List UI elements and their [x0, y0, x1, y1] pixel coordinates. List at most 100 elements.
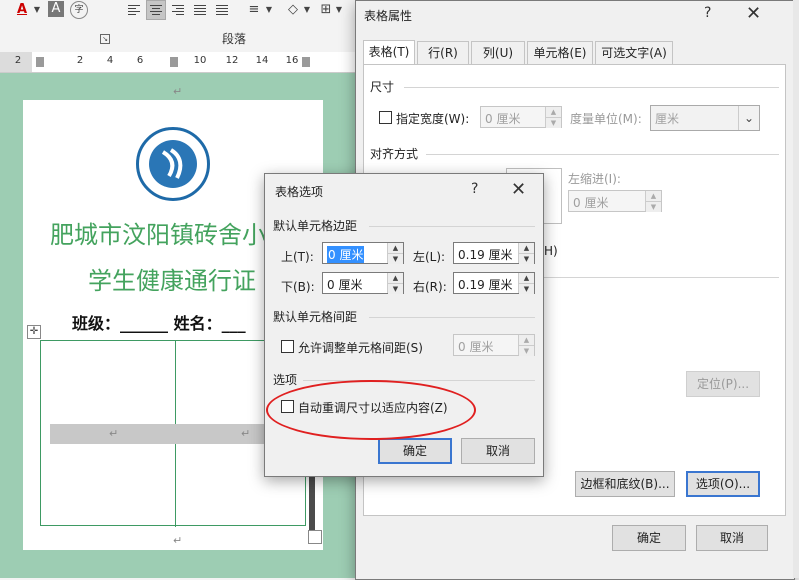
- spin-down-icon[interactable]: ▼: [519, 345, 534, 356]
- right-margin-spinner[interactable]: 0.19 厘米 ▲ ▼: [453, 272, 535, 294]
- tab-column[interactable]: 列(U): [471, 41, 525, 65]
- spinner-arrows[interactable]: ▲ ▼: [645, 191, 661, 212]
- left-margin-value[interactable]: 0.19 厘米: [458, 246, 513, 263]
- section-divider: [369, 317, 535, 318]
- spin-down-icon[interactable]: ▼: [388, 253, 403, 264]
- help-button[interactable]: ?: [471, 181, 478, 197]
- spinner-arrows[interactable]: ▲ ▼: [518, 335, 534, 356]
- cell-spacing-heading: 默认单元格间距: [273, 310, 358, 324]
- ruler-indent-marker[interactable]: [36, 57, 44, 67]
- allow-spacing-checkbox[interactable]: [281, 340, 294, 353]
- font-color-icon[interactable]: A: [14, 0, 30, 20]
- tab-row[interactable]: 行(R): [417, 41, 469, 65]
- align-left-button[interactable]: [124, 0, 144, 20]
- ruler-column-marker[interactable]: [170, 57, 178, 67]
- right-margin-value[interactable]: 0.19 厘米: [458, 276, 513, 293]
- spacing-spinner[interactable]: 0 厘米 ▲ ▼: [453, 334, 535, 356]
- enclose-character-icon[interactable]: 字: [70, 1, 88, 19]
- paragraph-mark: ↵: [173, 534, 183, 547]
- annotation-ellipse: [266, 380, 476, 440]
- spin-down-icon[interactable]: ▼: [546, 117, 561, 128]
- tab-alt-text[interactable]: 可选文字(A): [595, 41, 673, 65]
- text-wrap-around-label[interactable]: H): [544, 244, 558, 258]
- section-divider: [426, 154, 779, 155]
- spin-up-icon[interactable]: ▲: [646, 191, 661, 201]
- ok-button[interactable]: 确定: [612, 525, 686, 551]
- cancel-button[interactable]: 取消: [696, 525, 768, 551]
- spinner-arrows[interactable]: ▲ ▼: [518, 273, 534, 294]
- cancel-button[interactable]: 取消: [461, 438, 535, 464]
- ruler-tick: 2: [14, 55, 22, 66]
- spin-up-icon[interactable]: ▲: [388, 243, 403, 253]
- line-spacing-icon[interactable]: ≡: [244, 0, 264, 20]
- document-scroll-thumb[interactable]: [309, 470, 315, 530]
- borders-and-shading-button[interactable]: 边框和底纹(B)...: [575, 471, 675, 497]
- distributed-button[interactable]: [212, 0, 232, 20]
- table-move-handle-icon[interactable]: ✛: [27, 325, 41, 339]
- preferred-width-checkbox[interactable]: [379, 111, 392, 124]
- spinner-arrows[interactable]: ▲ ▼: [518, 243, 534, 264]
- border-icon[interactable]: ⊞: [318, 0, 334, 20]
- top-margin-label: 上(T):: [281, 250, 314, 264]
- ok-button[interactable]: 确定: [378, 438, 452, 464]
- measure-in-select[interactable]: 厘米 ⌄: [650, 105, 760, 131]
- spin-up-icon[interactable]: ▲: [388, 273, 403, 283]
- tab-cell[interactable]: 单元格(E): [527, 41, 593, 65]
- justify-icon: [194, 4, 206, 16]
- bottom-margin-value[interactable]: 0 厘米: [327, 276, 362, 293]
- top-margin-value[interactable]: 0 厘米: [327, 246, 365, 263]
- chevron-down-icon[interactable]: ▼: [32, 0, 42, 20]
- paragraph-dialog-launcher-icon[interactable]: ↘: [100, 34, 110, 44]
- close-button[interactable]: ✕: [511, 179, 526, 200]
- spinner-arrows[interactable]: ▲ ▼: [387, 273, 403, 294]
- chevron-down-icon[interactable]: ▼: [264, 0, 274, 20]
- preferred-width-spinner[interactable]: 0 厘米 ▲ ▼: [480, 106, 562, 128]
- class-name-row: 班级：______ 姓名：___: [72, 314, 246, 333]
- spinner-arrows[interactable]: ▲ ▼: [387, 243, 403, 264]
- right-margin-label: 右(R):: [413, 280, 447, 294]
- options-button[interactable]: 选项(O)...: [686, 471, 760, 497]
- shading-icon[interactable]: ◇: [284, 0, 302, 20]
- measure-in-label: 度量单位(M):: [570, 112, 642, 126]
- preferred-width-label: 指定宽度(W):: [396, 112, 470, 126]
- highlight-icon[interactable]: A: [48, 1, 64, 17]
- horizontal-ruler[interactable]: 2 2 4 6 10 12 14 16: [0, 52, 360, 73]
- spinner-arrows[interactable]: ▲ ▼: [545, 107, 561, 128]
- spin-down-icon[interactable]: ▼: [646, 201, 661, 212]
- top-margin-spinner[interactable]: 0 厘米 ▲ ▼: [322, 242, 404, 264]
- indent-spinner[interactable]: 0 厘米 ▲ ▼: [568, 190, 662, 212]
- logo-emblem-icon: [149, 140, 197, 188]
- spin-up-icon[interactable]: ▲: [519, 335, 534, 345]
- spacing-value: 0 厘米: [458, 340, 494, 354]
- close-button[interactable]: ✕: [746, 3, 761, 24]
- left-margin-spinner[interactable]: 0.19 厘米 ▲ ▼: [453, 242, 535, 264]
- chevron-down-icon[interactable]: ⌄: [738, 106, 759, 130]
- align-right-button[interactable]: [168, 0, 188, 20]
- help-button[interactable]: ?: [704, 5, 711, 21]
- alignment-section-heading: 对齐方式: [370, 147, 419, 161]
- position-button[interactable]: 定位(P)...: [686, 371, 760, 397]
- school-name-line1: 肥城市汶阳镇砖舍小: [50, 221, 266, 249]
- justify-button[interactable]: [190, 0, 210, 20]
- table-resize-handle[interactable]: [308, 530, 322, 544]
- spin-down-icon[interactable]: ▼: [519, 283, 534, 294]
- spin-up-icon[interactable]: ▲: [546, 107, 561, 117]
- measure-in-value: 厘米: [655, 112, 680, 126]
- spin-up-icon[interactable]: ▲: [519, 273, 534, 283]
- paragraph-mark: ↵: [241, 427, 251, 440]
- preferred-width-value: 0 厘米: [485, 112, 521, 126]
- tab-table[interactable]: 表格(T): [363, 40, 415, 66]
- cell-margins-heading: 默认单元格边距: [273, 219, 358, 233]
- spin-up-icon[interactable]: ▲: [519, 243, 534, 253]
- spin-down-icon[interactable]: ▼: [388, 283, 403, 294]
- spin-down-icon[interactable]: ▼: [519, 253, 534, 264]
- indent-value: 0 厘米: [573, 196, 609, 210]
- paragraph-mark: ↵: [173, 85, 183, 98]
- chevron-down-icon[interactable]: ▼: [334, 0, 344, 20]
- bottom-margin-spinner[interactable]: 0 厘米 ▲ ▼: [322, 272, 404, 294]
- allow-spacing-label[interactable]: 允许调整单元格间距(S): [298, 339, 423, 356]
- ruler-right-marker[interactable]: [302, 57, 310, 67]
- chevron-down-icon[interactable]: ▼: [302, 0, 312, 20]
- align-center-button[interactable]: [146, 0, 166, 20]
- indent-label: 左缩进(I):: [568, 172, 621, 186]
